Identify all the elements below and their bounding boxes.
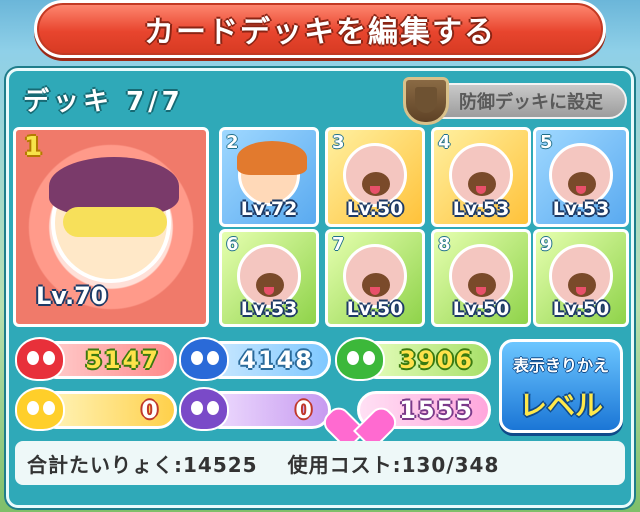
green-puyo-icon <box>335 337 385 381</box>
switch-button-label: 表示きりかえ <box>512 356 609 375</box>
card-slot-number: 5 <box>540 132 553 153</box>
card-level: Lv.53 <box>240 298 298 320</box>
page-title: カードデッキを編集する <box>144 15 496 50</box>
heart-icon <box>335 389 381 431</box>
deck-card[interactable]: 4 Lv.53 <box>431 127 531 227</box>
card-slot-number: 2 <box>226 132 239 153</box>
card-slot-number: 8 <box>438 234 451 255</box>
switch-button-mode: レベル <box>518 389 603 422</box>
set-defense-deck-button[interactable]: 防御デッキに設定 <box>403 77 627 125</box>
card-portrait <box>49 157 179 284</box>
purple-puyo-icon <box>179 387 229 431</box>
card-slot-number: 4 <box>438 132 451 153</box>
card-slot-number: 9 <box>540 234 553 255</box>
deck-label: デッキ 7/7 <box>23 87 184 117</box>
deck-card[interactable]: 6 Lv.53 <box>219 229 319 327</box>
cost-usage: 使用コスト:130/348 <box>287 452 500 477</box>
red-puyo-icon <box>15 337 65 381</box>
deck-card[interactable]: 5 Lv.53 <box>533 127 629 227</box>
yellow-puyo-icon <box>15 387 65 431</box>
total-power: 合計たいりょく:14525 <box>27 452 258 477</box>
defense-button-label: 防御デッキに設定 <box>459 92 603 113</box>
card-level: Lv.53 <box>452 198 510 220</box>
blue-puyo-icon <box>179 337 229 381</box>
card-level: Lv.70 <box>36 282 108 310</box>
card-level: Lv.50 <box>346 298 404 320</box>
card-level: Lv.53 <box>552 198 610 220</box>
stat-red-value: 5147 <box>85 346 160 374</box>
stat-purple-value: 0 <box>295 396 314 424</box>
deck-card[interactable]: 9 Lv.50 <box>533 229 629 327</box>
stat-blue-value: 4148 <box>239 346 314 374</box>
card-slot-number: 3 <box>332 132 345 153</box>
card-level: Lv.50 <box>346 198 404 220</box>
stat-green-value: 3906 <box>399 346 474 374</box>
deck-card[interactable]: 3 Lv.50 <box>325 127 425 227</box>
deck-card[interactable]: 8 Lv.50 <box>431 229 531 327</box>
stat-heart-value: 1555 <box>399 396 474 424</box>
card-level: Lv.72 <box>240 198 298 220</box>
deck-card[interactable]: 2 Lv.72 <box>219 127 319 227</box>
deck-card[interactable]: 7 Lv.50 <box>325 229 425 327</box>
summary-bar: 合計たいりょく:14525 使用コスト:130/348 <box>15 441 625 485</box>
card-portrait <box>237 141 307 207</box>
deck-panel: デッキ 7/7 防御デッキに設定 1 Lv.70 2 Lv.72 3 Lv.50… <box>6 68 634 508</box>
card-slot-number: 6 <box>226 234 239 255</box>
card-slot-number: 7 <box>332 234 345 255</box>
card-slot-number: 1 <box>24 132 43 162</box>
card-level: Lv.50 <box>452 298 510 320</box>
stat-yellow-value: 0 <box>141 396 160 424</box>
display-switch-button[interactable]: 表示きりかえ レベル <box>499 339 623 433</box>
shield-icon <box>403 77 449 125</box>
card-level: Lv.50 <box>552 298 610 320</box>
title-banner: カードデッキを編集する <box>34 0 606 58</box>
deck-card-leader[interactable]: 1 Lv.70 <box>13 127 209 327</box>
